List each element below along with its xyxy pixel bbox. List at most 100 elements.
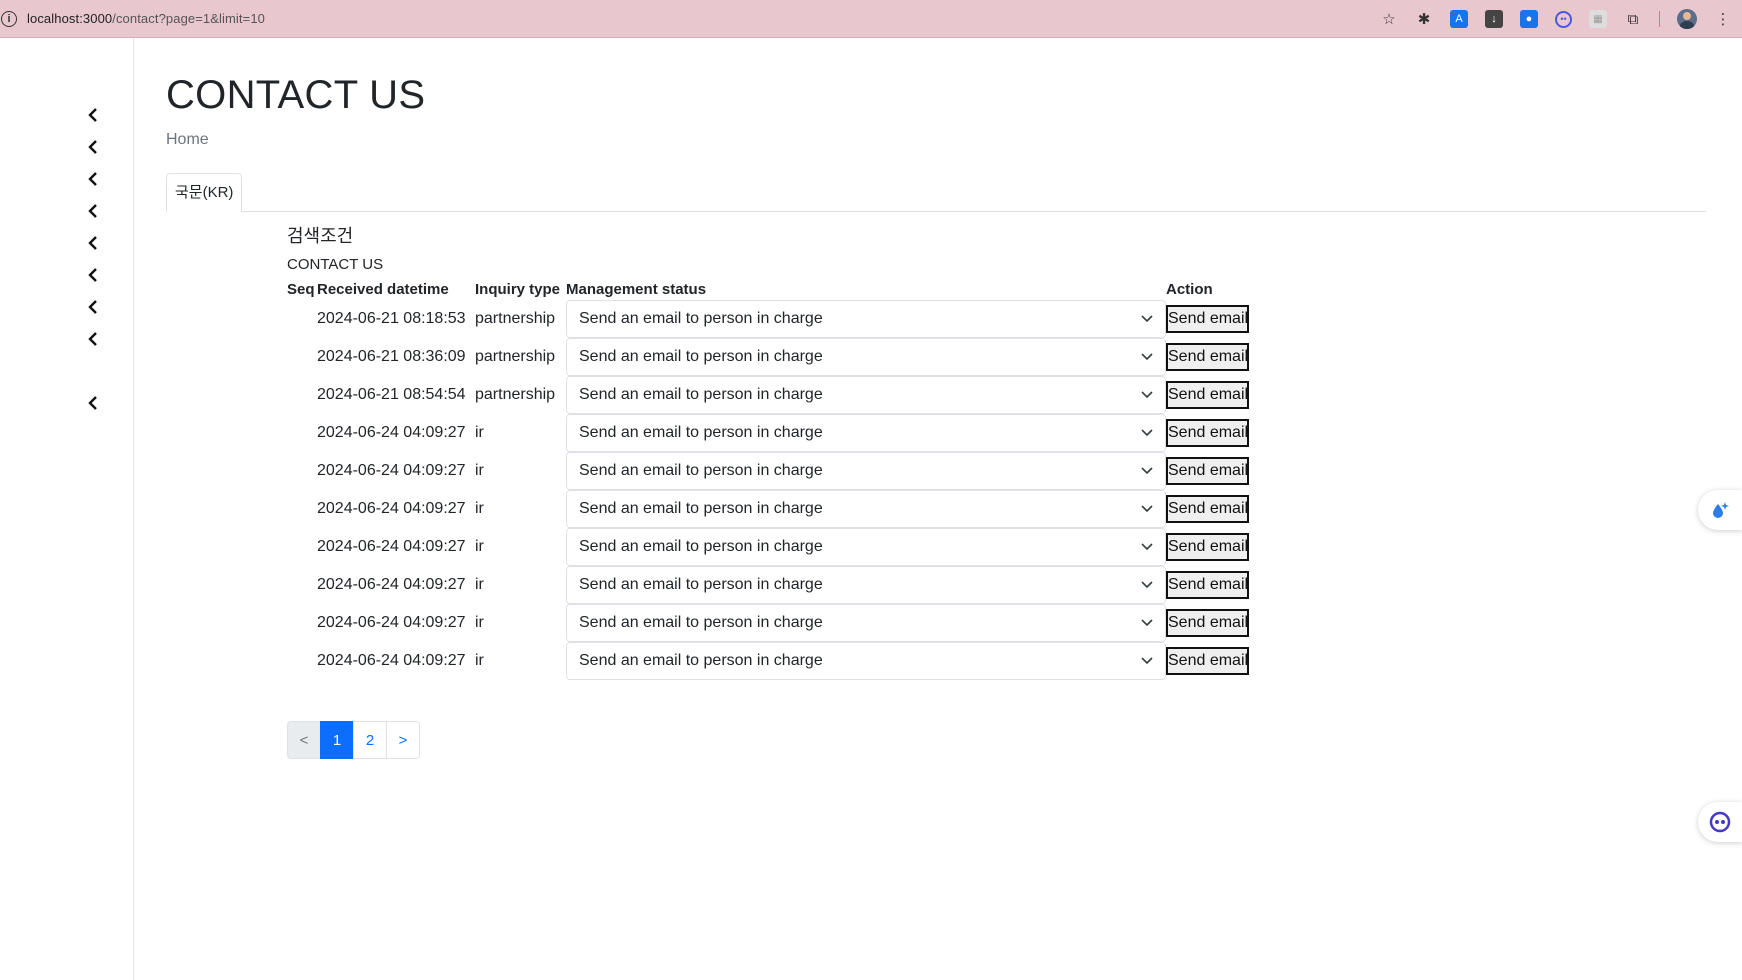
inquiry-type-cell: partnership (475, 310, 556, 327)
table-row: 2024-06-24 04:09:27 ir Send an email to pe… (287, 414, 1287, 452)
received-datetime-cell: 2024-06-24 04:09:27 (317, 500, 466, 517)
url-path: /contact?page=1&limit=10 (112, 11, 265, 26)
breadcrumb[interactable]: Home (166, 131, 209, 149)
pagination-next[interactable]: > (386, 721, 420, 759)
management-status-value: Send an email to person in charge (579, 500, 823, 517)
management-status-value: Send an email to person in charge (579, 348, 823, 365)
management-status-value: Send an email to person in charge (579, 310, 823, 327)
send-email-button[interactable]: Send email (1166, 457, 1249, 485)
inquiry-type-cell: ir (475, 500, 484, 517)
page-title: CONTACT US (166, 73, 426, 117)
tab-kr[interactable]: 국문(KR) (166, 173, 243, 213)
management-status-select[interactable]: Send an email to person in charge (566, 452, 1166, 490)
received-datetime-cell: 2024-06-21 08:54:54 (317, 386, 466, 403)
chevron-down-icon (1141, 657, 1153, 665)
management-status-value: Send an email to person in charge (579, 538, 823, 555)
send-email-button[interactable]: Send email (1166, 343, 1249, 371)
header-management-status: Management status (566, 281, 707, 298)
management-status-select[interactable]: Send an email to person in charge (566, 300, 1166, 338)
chevron-down-icon (1141, 505, 1153, 513)
translate-extension-icon[interactable]: A (1450, 10, 1468, 28)
profile-avatar[interactable] (1677, 9, 1697, 29)
download-extension-icon[interactable]: ↓ (1485, 10, 1503, 28)
pagination-page-2[interactable]: 2 (353, 721, 387, 759)
assistant-extension-icon[interactable]: •• (1555, 10, 1572, 28)
inquiry-type-cell: ir (475, 462, 484, 479)
drop-extension-icon[interactable]: ● (1520, 10, 1538, 28)
received-datetime-cell: 2024-06-24 04:09:27 (317, 424, 466, 441)
language-tabs: 국문(KR) (166, 173, 1706, 213)
inquiry-type-cell: ir (475, 424, 484, 441)
pagination: < 1 2 > (287, 721, 420, 759)
management-status-value: Send an email to person in charge (579, 614, 823, 631)
chevron-left-icon[interactable] (86, 204, 100, 218)
pagination-prev[interactable]: < (287, 721, 321, 759)
header-action: Action (1166, 281, 1213, 298)
assistant-face-icon (1709, 811, 1731, 833)
send-email-button[interactable]: Send email (1166, 533, 1249, 561)
management-status-select[interactable]: Send an email to person in charge (566, 528, 1166, 566)
management-status-select[interactable]: Send an email to person in charge (566, 566, 1166, 604)
chevron-down-icon (1141, 619, 1153, 627)
table-row: 2024-06-21 08:18:53 partnership Send an em… (287, 300, 1287, 338)
table-row: 2024-06-24 04:09:27 ir Send an email to pe… (287, 642, 1287, 680)
more-menu-icon[interactable]: ⋮ (1714, 10, 1732, 28)
inquiry-type-cell: ir (475, 614, 484, 631)
floating-sparkle-widget[interactable] (1698, 490, 1742, 530)
management-status-select[interactable]: Send an email to person in charge (566, 338, 1166, 376)
inquiry-type-cell: ir (475, 576, 484, 593)
chevron-left-icon[interactable] (86, 108, 100, 122)
inquiry-type-cell: ir (475, 538, 484, 555)
send-email-button[interactable]: Send email (1166, 495, 1249, 523)
received-datetime-cell: 2024-06-24 04:09:27 (317, 652, 466, 669)
header-inquiry-type: Inquiry type (475, 281, 561, 298)
inquiry-type-cell: partnership (475, 348, 556, 365)
send-email-button[interactable]: Send email (1166, 571, 1249, 599)
management-status-select[interactable]: Send an email to person in charge (566, 642, 1166, 680)
send-email-button[interactable]: Send email (1166, 647, 1249, 675)
table-row: 2024-06-24 04:09:27 ir Send an email to pe… (287, 604, 1287, 642)
management-status-select[interactable]: Send an email to person in charge (566, 376, 1166, 414)
pagination-page-1[interactable]: 1 (320, 721, 354, 759)
chevron-down-icon (1141, 429, 1153, 437)
management-status-value: Send an email to person in charge (579, 386, 823, 403)
management-status-select[interactable]: Send an email to person in charge (566, 414, 1166, 452)
bookmark-star-icon[interactable]: ☆ (1380, 10, 1398, 28)
sidebar (0, 38, 134, 980)
site-info-icon[interactable]: i (1, 10, 17, 27)
floating-assistant-widget[interactable] (1698, 802, 1742, 842)
management-status-value: Send an email to person in charge (579, 462, 823, 479)
chevron-left-icon[interactable] (86, 396, 100, 410)
url-field[interactable]: localhost:3000/contact?page=1&limit=10 (27, 11, 265, 26)
chevron-down-icon (1141, 353, 1153, 361)
chevron-down-icon (1141, 543, 1153, 551)
management-status-select[interactable]: Send an email to person in charge (566, 490, 1166, 528)
chevron-left-icon[interactable] (86, 332, 100, 346)
table-row: 2024-06-24 04:09:27 ir Send an email to pe… (287, 490, 1287, 528)
chevron-down-icon (1141, 467, 1153, 475)
send-email-button[interactable]: Send email (1166, 305, 1249, 333)
chevron-left-icon[interactable] (86, 268, 100, 282)
send-email-button[interactable]: Send email (1166, 419, 1249, 447)
extensions-puzzle-icon[interactable]: ⧉ (1624, 10, 1642, 28)
sparkle-drop-icon (1713, 502, 1729, 518)
received-datetime-cell: 2024-06-21 08:18:53 (317, 310, 466, 327)
bug-extension-icon[interactable]: ✱ (1415, 10, 1433, 28)
chevron-left-icon[interactable] (86, 236, 100, 250)
send-email-button[interactable]: Send email (1166, 609, 1249, 637)
chevron-left-icon[interactable] (86, 300, 100, 314)
management-status-value: Send an email to person in charge (579, 424, 823, 441)
send-email-button[interactable]: Send email (1166, 381, 1249, 409)
received-datetime-cell: 2024-06-24 04:09:27 (317, 576, 466, 593)
grid-extension-icon[interactable]: ▦ (1589, 10, 1607, 28)
chevron-left-icon[interactable] (86, 140, 100, 154)
received-datetime-cell: 2024-06-24 04:09:27 (317, 538, 466, 555)
management-status-value: Send an email to person in charge (579, 652, 823, 669)
chevron-down-icon (1141, 315, 1153, 323)
received-datetime-cell: 2024-06-24 04:09:27 (317, 462, 466, 479)
received-datetime-cell: 2024-06-24 04:09:27 (317, 614, 466, 631)
management-status-select[interactable]: Send an email to person in charge (566, 604, 1166, 642)
search-conditions-title: 검색조건 (287, 226, 354, 246)
table-row: 2024-06-24 04:09:27 ir Send an email to pe… (287, 566, 1287, 604)
chevron-left-icon[interactable] (86, 172, 100, 186)
